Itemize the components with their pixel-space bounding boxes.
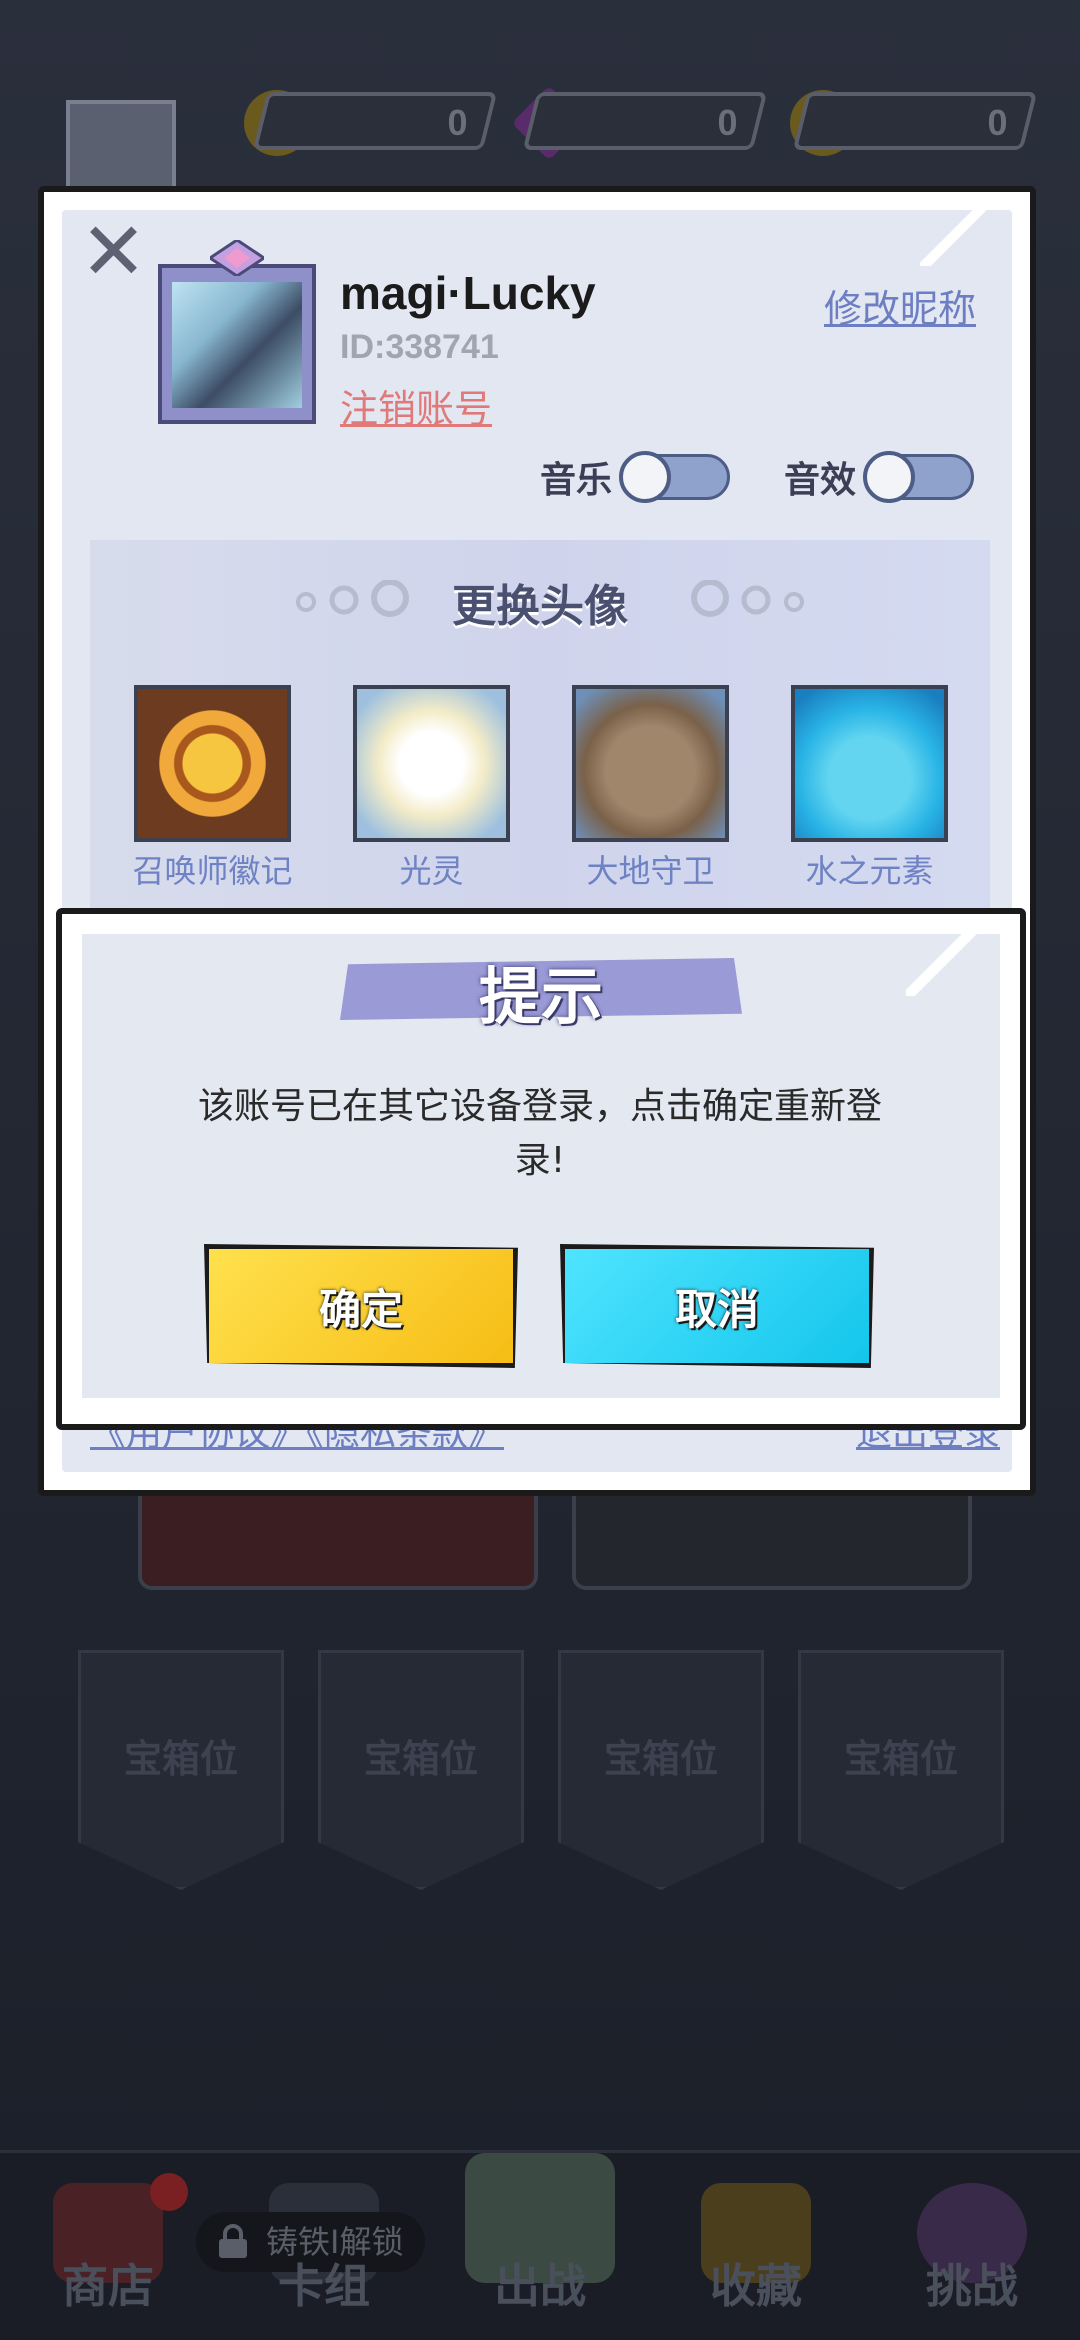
lock-icon xyxy=(219,2224,247,2258)
gold-value: 0 xyxy=(447,102,468,143)
avatar-option-earth-guardian[interactable]: 大地守卫 xyxy=(572,685,729,892)
close-icon: ✕ xyxy=(80,205,148,298)
dialog-title: 提示 xyxy=(478,960,603,1033)
chest-slot[interactable]: 宝箱位 xyxy=(558,1650,764,1890)
star-value: 0 xyxy=(987,102,1008,143)
nav-challenge-label: 挑战 xyxy=(926,2259,1018,2313)
chest-slot[interactable]: 宝箱位 xyxy=(78,1650,284,1890)
star-counter: 0 xyxy=(792,92,1038,150)
nav-battle-label: 出战 xyxy=(494,2259,586,2313)
avatar-option-light-spirit[interactable]: 光灵 xyxy=(353,685,510,892)
confirm-button[interactable]: 确定 xyxy=(204,1244,518,1368)
chest-slot-label: 宝箱位 xyxy=(603,1736,718,1781)
nav-deck-label: 卡组 xyxy=(278,2259,370,2313)
toggle-knob xyxy=(863,451,916,503)
summoner-emblem-icon xyxy=(134,685,291,842)
change-avatar-section: 更换头像 召唤师徽记 光灵 大地守卫 水之元素 xyxy=(90,540,990,910)
player-avatar[interactable] xyxy=(66,100,176,200)
avatar-option-label: 光灵 xyxy=(399,852,464,890)
chest-slot-label: 宝箱位 xyxy=(843,1736,958,1781)
avatar-option-water-elemental[interactable]: 水之元素 xyxy=(791,685,948,892)
gold-counter: 0 xyxy=(252,92,498,150)
nav-challenge[interactable]: 挑战 xyxy=(864,2153,1080,2340)
card-slot-left xyxy=(138,1490,538,1590)
rename-link[interactable]: 修改昵称 xyxy=(824,278,976,333)
panel-shine xyxy=(920,206,1000,266)
light-spirit-icon xyxy=(353,685,510,842)
section-title: 更换头像 xyxy=(452,581,628,632)
sfx-toggle[interactable] xyxy=(863,451,975,503)
dialog-shine xyxy=(906,926,986,996)
toggle-knob xyxy=(619,451,672,503)
chest-slot-label: 宝箱位 xyxy=(363,1736,478,1781)
gem-icon xyxy=(210,240,264,276)
delete-account-link[interactable]: 注销账号 xyxy=(340,378,492,433)
avatar-option-summoner-emblem[interactable]: 召唤师徽记 xyxy=(132,685,293,892)
dialog-message: 该账号已在其它设备登录，点击确定重新登录! xyxy=(197,1086,882,1181)
chest-slot[interactable]: 宝箱位 xyxy=(798,1650,1004,1890)
chest-slot-label: 宝箱位 xyxy=(123,1736,238,1781)
avatar-image xyxy=(172,282,302,408)
gem-counter: 0 xyxy=(522,92,768,150)
water-elemental-icon xyxy=(791,685,948,842)
nav-collection-label: 收藏 xyxy=(710,2259,802,2313)
nav-shop-label: 商店 xyxy=(62,2259,154,2313)
notification-badge xyxy=(150,2173,188,2211)
profile-avatar[interactable] xyxy=(158,240,316,424)
nav-collection[interactable]: 收藏 xyxy=(648,2153,864,2340)
close-button[interactable]: ✕ xyxy=(80,212,147,292)
card-slot-right xyxy=(572,1490,972,1590)
nav-shop[interactable]: 商店 xyxy=(0,2153,216,2340)
avatar-option-label: 召唤师徽记 xyxy=(132,852,293,890)
music-toggle-row: 音乐 xyxy=(540,450,731,504)
avatar-grid: 召唤师徽记 光灵 大地守卫 水之元素 xyxy=(132,685,948,892)
avatar-option-label: 大地守卫 xyxy=(586,852,715,890)
sfx-toggle-row: 音效 xyxy=(784,450,975,504)
music-toggle[interactable] xyxy=(619,451,731,503)
music-label: 音乐 xyxy=(540,460,613,501)
user-id: ID:338741 xyxy=(340,328,499,366)
cancel-button[interactable]: 取消 xyxy=(560,1244,874,1368)
chest-slot[interactable]: 宝箱位 xyxy=(318,1650,524,1890)
avatar-option-label: 水之元素 xyxy=(805,852,934,890)
gem-value: 0 xyxy=(717,102,738,143)
chest-slot-row: 宝箱位 宝箱位 宝箱位 宝箱位 xyxy=(78,1650,1008,1890)
earth-guardian-icon xyxy=(572,685,729,842)
bottom-nav: 商店 卡组 出战 收藏 挑战 xyxy=(0,2150,1080,2340)
nav-battle[interactable]: 出战 xyxy=(432,2153,648,2340)
username: magi·Lucky xyxy=(340,267,596,319)
sfx-label: 音效 xyxy=(784,460,857,501)
